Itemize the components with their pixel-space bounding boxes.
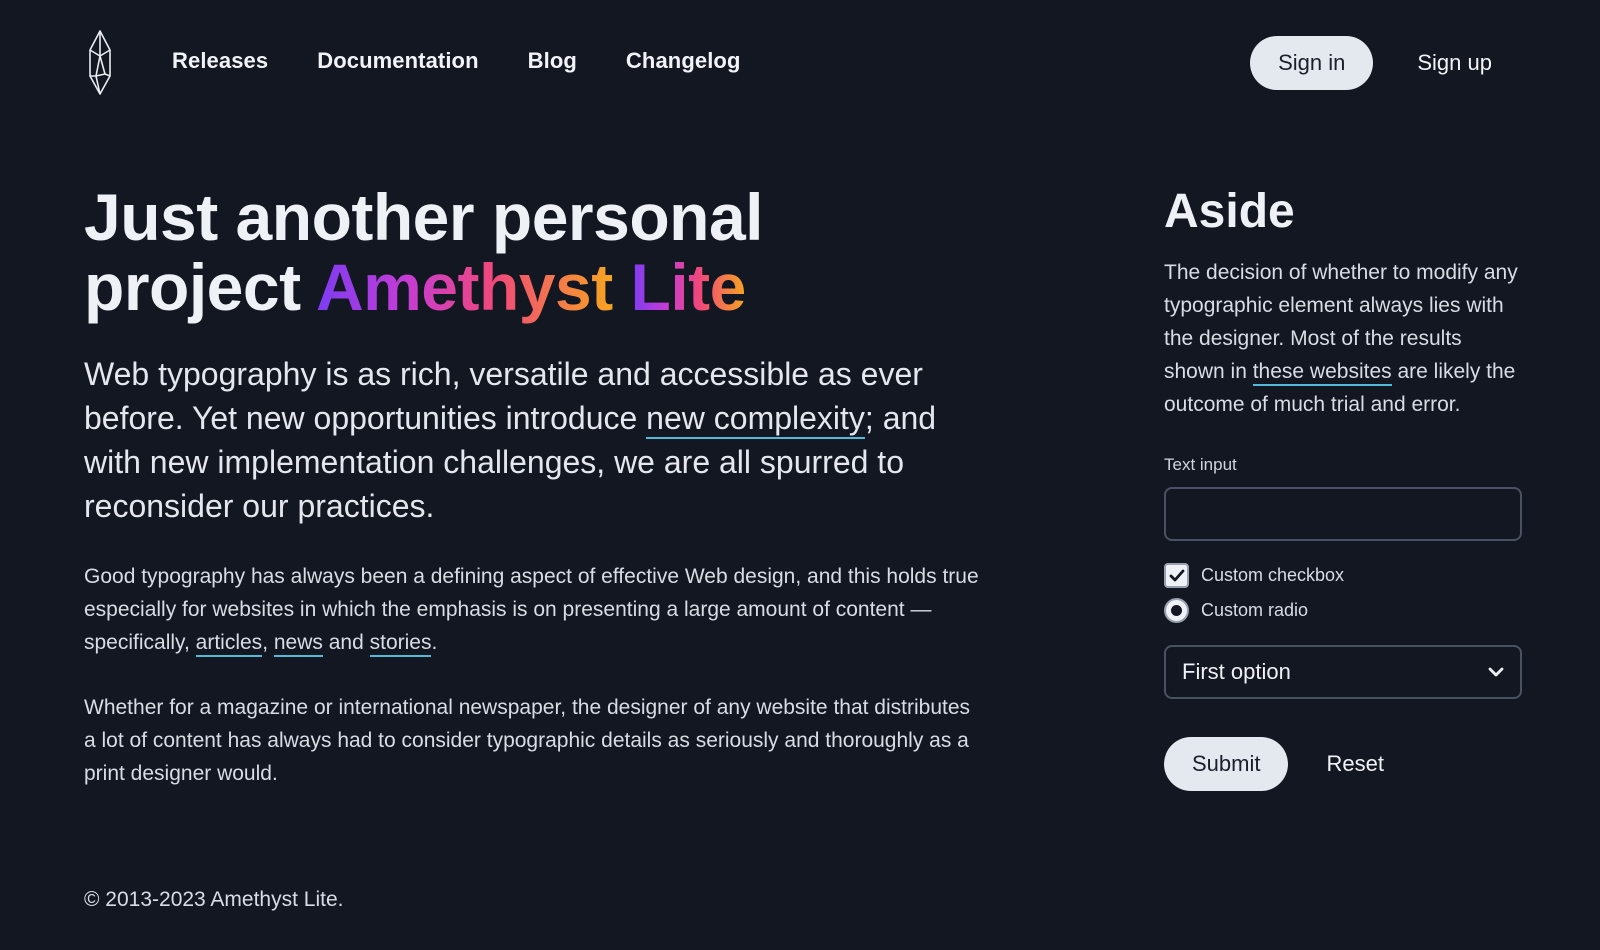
text-input[interactable] xyxy=(1164,487,1522,541)
submit-button[interactable]: Submit xyxy=(1164,737,1289,791)
custom-radio[interactable] xyxy=(1164,598,1189,623)
hero-title: Just another personal project Amethyst L… xyxy=(84,182,984,322)
brand-name-lite: Lite xyxy=(630,250,747,324)
brand-name-amethyst: Amethyst xyxy=(315,250,613,324)
checkmark-icon xyxy=(1169,569,1184,581)
nav-changelog[interactable]: Changelog xyxy=(626,48,741,74)
custom-radio-label: Custom radio xyxy=(1201,600,1309,620)
select-value: First option xyxy=(1182,659,1291,684)
aside-title: Aside xyxy=(1164,185,1295,238)
chevron-down-icon xyxy=(1488,667,1504,677)
form-actions: Submit Reset xyxy=(1164,737,1524,791)
p1-sep1: , xyxy=(262,631,274,654)
reset-button[interactable]: Reset xyxy=(1326,751,1383,777)
sign-up-button[interactable]: Sign up xyxy=(1417,50,1492,76)
auth-actions: Sign in Sign up xyxy=(1250,36,1492,90)
option-select[interactable]: First option xyxy=(1164,645,1522,699)
hero-title-line2: project xyxy=(84,250,301,324)
custom-checkbox[interactable] xyxy=(1164,563,1189,588)
crystal-logo-icon[interactable] xyxy=(86,30,114,96)
aside-text: The decision of whether to modify any ty… xyxy=(1164,256,1524,421)
body-paragraph-1: Good typography has always been a defini… xyxy=(84,560,984,659)
sign-in-button[interactable]: Sign in xyxy=(1250,36,1374,90)
footer-copyright: © 2013-2023 Amethyst Lite. xyxy=(84,888,344,911)
text-input-label: Text input xyxy=(1164,455,1237,474)
stories-link[interactable]: stories xyxy=(369,631,432,657)
main-nav: Releases Documentation Blog Changelog xyxy=(172,48,741,74)
radio-selected-dot-icon xyxy=(1171,605,1182,616)
nav-blog[interactable]: Blog xyxy=(528,48,577,74)
site-header: Releases Documentation Blog Changelog Si… xyxy=(0,0,1600,130)
custom-checkbox-label: Custom checkbox xyxy=(1201,565,1345,585)
these-websites-link[interactable]: these websites xyxy=(1252,360,1392,386)
articles-link[interactable]: articles xyxy=(195,631,263,657)
nav-documentation[interactable]: Documentation xyxy=(317,48,478,74)
custom-checkbox-row[interactable]: Custom checkbox xyxy=(1164,563,1524,588)
body-paragraph-2: Whether for a magazine or international … xyxy=(84,696,971,785)
aside-panel: Aside The decision of whether to modify … xyxy=(1164,182,1524,791)
p1-end: . xyxy=(431,631,438,654)
news-link[interactable]: news xyxy=(273,631,323,657)
custom-radio-row[interactable]: Custom radio xyxy=(1164,598,1524,623)
nav-releases[interactable]: Releases xyxy=(172,48,268,74)
hero-title-line1: Just another personal xyxy=(84,180,764,254)
main-content: Just another personal project Amethyst L… xyxy=(84,182,984,790)
p1-sep2: and xyxy=(322,631,370,654)
lead-paragraph: Web typography is as rich, versatile and… xyxy=(84,352,974,528)
new-complexity-link[interactable]: new complexity xyxy=(646,400,865,439)
